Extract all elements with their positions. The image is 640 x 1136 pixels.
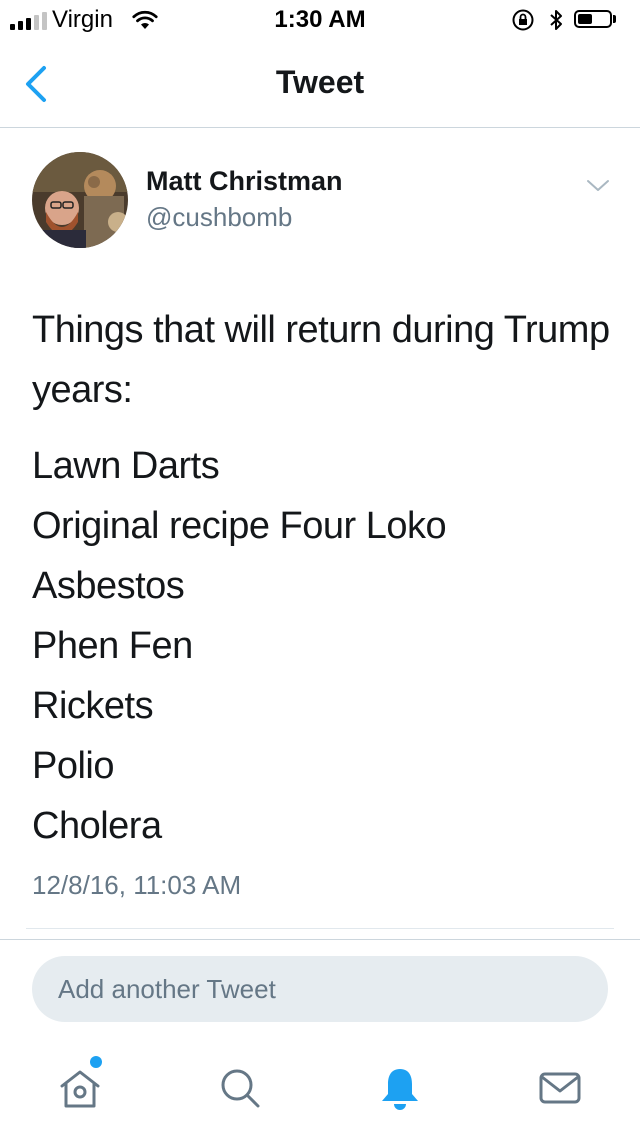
avatar[interactable] [32, 152, 128, 248]
list-item: Asbestos [32, 565, 185, 607]
divider [26, 928, 614, 929]
tab-notifications[interactable] [376, 1064, 424, 1112]
chevron-down-icon [587, 180, 609, 191]
bell-icon [382, 1069, 418, 1110]
tweet-text: Things that will return during Trump yea… [32, 300, 612, 856]
bluetooth-icon [548, 8, 564, 39]
status-time: 1:30 AM [274, 6, 366, 33]
list-item: Phen Fen [32, 625, 193, 667]
battery-icon [574, 10, 612, 28]
list-item: Polio [32, 745, 115, 787]
divider [0, 939, 640, 940]
tab-messages[interactable] [536, 1064, 584, 1112]
list-item: Cholera [32, 805, 162, 847]
page-title: Tweet [275, 64, 365, 100]
mail-icon [539, 1072, 581, 1104]
tab-search[interactable] [216, 1064, 264, 1112]
reply-input[interactable]: Add another Tweet [32, 956, 608, 1022]
tweet-lead-text: Things that will return during Trump yea… [32, 309, 610, 411]
list-item: Original recipe Four Loko [32, 505, 447, 547]
home-badge-dot [90, 1056, 102, 1068]
tweet-timestamp: 12/8/16, 11:03 AM [32, 870, 242, 900]
rotation-lock-icon [511, 8, 535, 39]
tweet-options-button[interactable] [584, 176, 612, 196]
nav-bar: Tweet [0, 40, 640, 128]
author-handle[interactable]: @cushbomb [146, 202, 292, 233]
home-icon [60, 1070, 100, 1108]
search-icon [221, 1069, 260, 1108]
status-bar: Virgin 1:30 AM [0, 0, 640, 40]
list-item: Lawn Darts [32, 445, 220, 487]
tab-bar [0, 1040, 640, 1136]
battery-tip [613, 15, 616, 23]
list-item: Rickets [32, 685, 154, 727]
tweet-list: Lawn Darts Original recipe Four Loko Asb… [32, 436, 612, 856]
tab-home[interactable] [56, 1064, 104, 1112]
author-display-name[interactable]: Matt Christman [146, 166, 343, 197]
